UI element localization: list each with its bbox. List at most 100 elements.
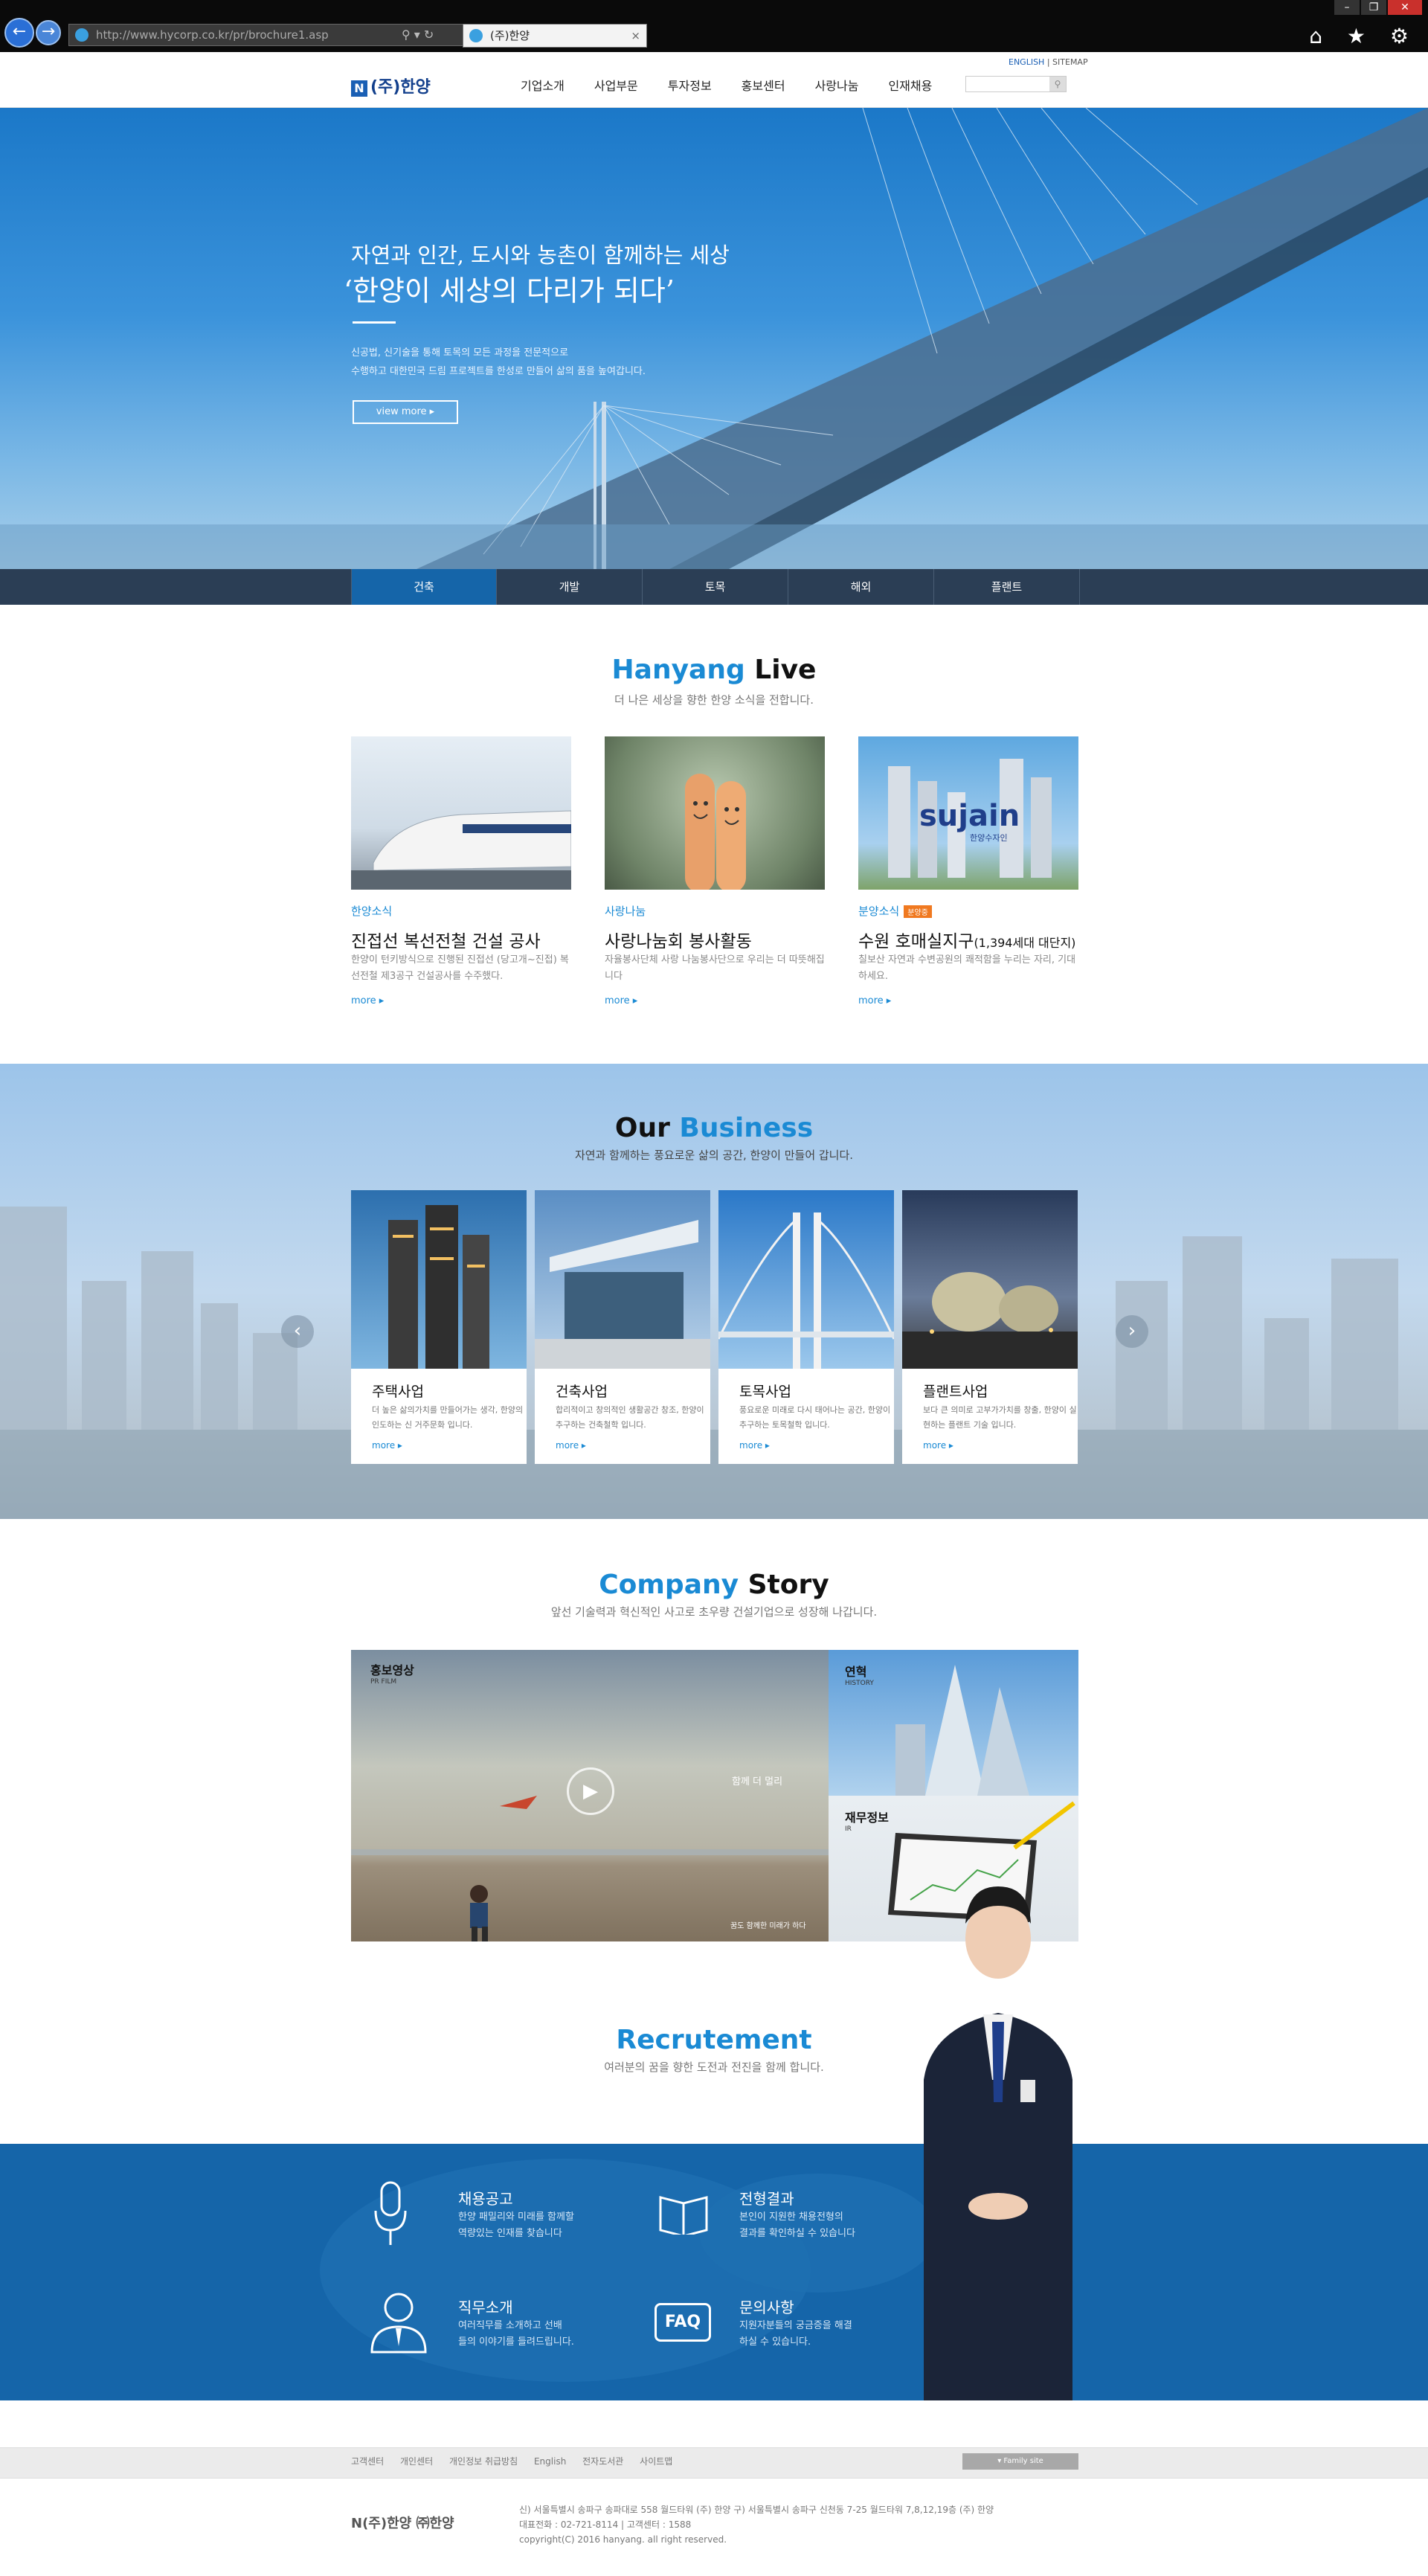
business-section-title: Our Business (0, 1113, 1428, 1143)
fingers-illustration (685, 774, 746, 890)
maximize-icon[interactable]: ❐ (1361, 0, 1386, 15)
news-more-link[interactable]: more ▸ (605, 995, 637, 1006)
hero-tab-overseas[interactable]: 해외 (788, 569, 934, 605)
business-title: 플랜트사업 (923, 1384, 988, 1400)
hero-description: 신공법, 신기술을 통해 토목의 모든 과정을 전문적으로 수행하고 대한민국 … (351, 344, 646, 381)
history-tile[interactable]: 연혁 HISTORY (829, 1650, 1078, 1796)
recruit-title[interactable]: 문의사항 (739, 2296, 794, 2317)
recruit-desc: 본인이 지원한 채용전형의 결과를 확인하실 수 있습니다 (739, 2209, 855, 2242)
recruit-title[interactable]: 채용공고 (458, 2187, 513, 2209)
browser-tab[interactable]: (주)한양 × (463, 24, 647, 48)
live-title-a: Hanyang (611, 655, 745, 685)
pr-film-label-wrap: 홍보영상 PR FILM (370, 1660, 414, 1686)
recruit-person-illustration (924, 1886, 1072, 2400)
browser-tools-icons[interactable]: ⌂ ★ ⚙ (1309, 24, 1418, 48)
english-link[interactable]: ENGLISH (1009, 57, 1044, 67)
civil-image (718, 1190, 894, 1369)
footer-link[interactable]: 개인정보 취급방침 (449, 2456, 518, 2467)
news-image-apartments[interactable]: sujain 한양수자인 (858, 736, 1078, 890)
business-title: 주택사업 (372, 1384, 424, 1400)
news-title[interactable]: 사랑나눔회 봉사활동 (605, 927, 752, 952)
history-label-wrap: 연혁 HISTORY (845, 1662, 874, 1687)
recruit-desc-line: 여러직무를 소개하고 선배 (458, 2320, 562, 2331)
back-button-icon[interactable]: ← (4, 18, 34, 48)
business-title: 건축사업 (556, 1384, 608, 1400)
business-desc: 보다 큰 의미로 고부가가치를 창출, 한양이 실현하는 플랜트 기술 입니다. (923, 1405, 1077, 1430)
plant-image (902, 1190, 1078, 1369)
main-nav: 기업소개 사업부문 투자정보 홍보센터 사랑나눔 인재채용 (521, 76, 962, 94)
news-title[interactable]: 수원 호매실지구(1,394세대 대단지) (858, 927, 1075, 952)
person-icon[interactable] (367, 2287, 430, 2354)
view-more-button[interactable]: view more ▸ (353, 400, 458, 424)
business-desc: 합리적이고 창의적인 생활공간 창조, 한양이 추구하는 건축철학 입니다. (556, 1405, 704, 1430)
book-icon[interactable] (657, 2190, 710, 2235)
recruit-desc: 여러직무를 소개하고 선배 들의 이야기를 들려드립니다. (458, 2318, 574, 2351)
pr-film-tile[interactable]: 홍보영상 PR FILM ▶ 함께 더 멀리 꿈도 함께한 미래가 하다 (351, 1650, 829, 1941)
recruit-desc-line: 한양 패밀리와 미래를 함께할 (458, 2212, 574, 2223)
hero-headline-1: 자연과 인간, 도시와 농촌이 함께하는 세상 (351, 242, 730, 268)
hero-tab-development[interactable]: 개발 (497, 569, 643, 605)
news-image-fingers[interactable] (605, 736, 825, 890)
business-more-link[interactable]: more ▸ (739, 1440, 770, 1451)
sujain-logo: sujain (919, 799, 1020, 833)
nav-item-ir[interactable]: 투자정보 (668, 76, 712, 94)
carousel-next-icon[interactable]: › (1116, 1315, 1148, 1348)
nav-item-company[interactable]: 기업소개 (521, 76, 565, 94)
footer-link[interactable]: 사이트맵 (640, 2456, 672, 2467)
faq-icon[interactable]: FAQ (654, 2303, 711, 2342)
news-desc: 칠보산 자연과 수변공원의 쾌적함을 누리는 자리, 기대하세요. (858, 954, 1076, 982)
ie-favicon-icon (75, 28, 89, 42)
business-more-link[interactable]: more ▸ (923, 1440, 953, 1451)
story-title-b: Story (739, 1570, 829, 1600)
hero-tab-plant[interactable]: 플랜트 (934, 569, 1080, 605)
recruit-title[interactable]: 전형결과 (739, 2187, 794, 2209)
footer-link[interactable]: 전자도서관 (582, 2456, 623, 2467)
close-window-icon[interactable]: ✕ (1388, 0, 1422, 15)
search-input[interactable]: ⚲ (965, 76, 1067, 92)
family-site-select[interactable]: ▾ Family site (962, 2453, 1078, 2470)
news-more-link[interactable]: more ▸ (351, 995, 384, 1006)
recruit-desc-line: 본인이 지원한 채용전형의 (739, 2212, 843, 2223)
minimize-icon[interactable]: – (1334, 0, 1360, 15)
story-title-a: Company (599, 1570, 739, 1600)
nav-item-sharing[interactable]: 사랑나눔 (815, 76, 859, 94)
hero-tab-civil[interactable]: 토목 (643, 569, 788, 605)
site-logo[interactable]: N (주)한양 (351, 74, 431, 97)
business-more-link[interactable]: more ▸ (556, 1440, 586, 1451)
forward-button-icon[interactable]: → (36, 20, 61, 45)
footer-link[interactable]: 고객센터 (351, 2456, 384, 2467)
recruit-desc-line: 역량있는 인재를 찾습니다 (458, 2228, 562, 2239)
news-image-train[interactable] (351, 736, 571, 890)
util-sep: | (1044, 57, 1053, 67)
news-more-link[interactable]: more ▸ (858, 995, 891, 1006)
business-more-link[interactable]: more ▸ (372, 1440, 402, 1451)
nav-item-pr[interactable]: 홍보센터 (742, 76, 785, 94)
footer-bar (0, 2447, 1428, 2479)
ir-label-wrap: 재무정보 IR (845, 1808, 889, 1833)
logo-mark-icon: N (351, 80, 367, 97)
live-section-subtitle: 더 나은 세상을 향한 한양 소식을 전합니다. (614, 693, 814, 707)
business-desc: 풍요로운 미래로 다시 태어나는 공간, 한양이 추구하는 토목철학 입니다. (739, 1405, 891, 1430)
business-title-b: Business (669, 1113, 814, 1143)
carousel-prev-icon[interactable]: ‹ (281, 1315, 314, 1348)
recruit-section-subtitle: 여러분의 꿈을 향한 도전과 전진을 함께 합니다. (604, 2061, 824, 2074)
address-tools[interactable]: ⚲ ▾ ↻ (402, 24, 470, 46)
play-icon[interactable]: ▶ (567, 1767, 614, 1815)
news-category: 한양소식 (351, 905, 393, 918)
recruit-title[interactable]: 직무소개 (458, 2296, 513, 2317)
story-section-title: Company Story (0, 1570, 1428, 1600)
search-icon[interactable]: ⚲ (1049, 77, 1066, 91)
news-title[interactable]: 진접선 복선전철 건설 공사 (351, 927, 541, 952)
logo-text: (주)한양 (370, 78, 431, 97)
footer-link[interactable]: 개인센터 (400, 2456, 433, 2467)
sale-badge: 분양중 (904, 905, 932, 918)
hero-tab-architecture[interactable]: 건축 (351, 569, 497, 605)
nav-item-recruit[interactable]: 인재채용 (888, 76, 932, 94)
news-category: 사랑나눔 (605, 905, 646, 918)
tab-close-icon[interactable]: × (631, 25, 640, 47)
microphone-icon[interactable] (373, 2181, 408, 2248)
sitemap-link[interactable]: SITEMAP (1052, 57, 1088, 67)
footer-link[interactable]: English (534, 2456, 566, 2467)
nav-item-business[interactable]: 사업부문 (594, 76, 638, 94)
train-illustration (351, 810, 571, 890)
